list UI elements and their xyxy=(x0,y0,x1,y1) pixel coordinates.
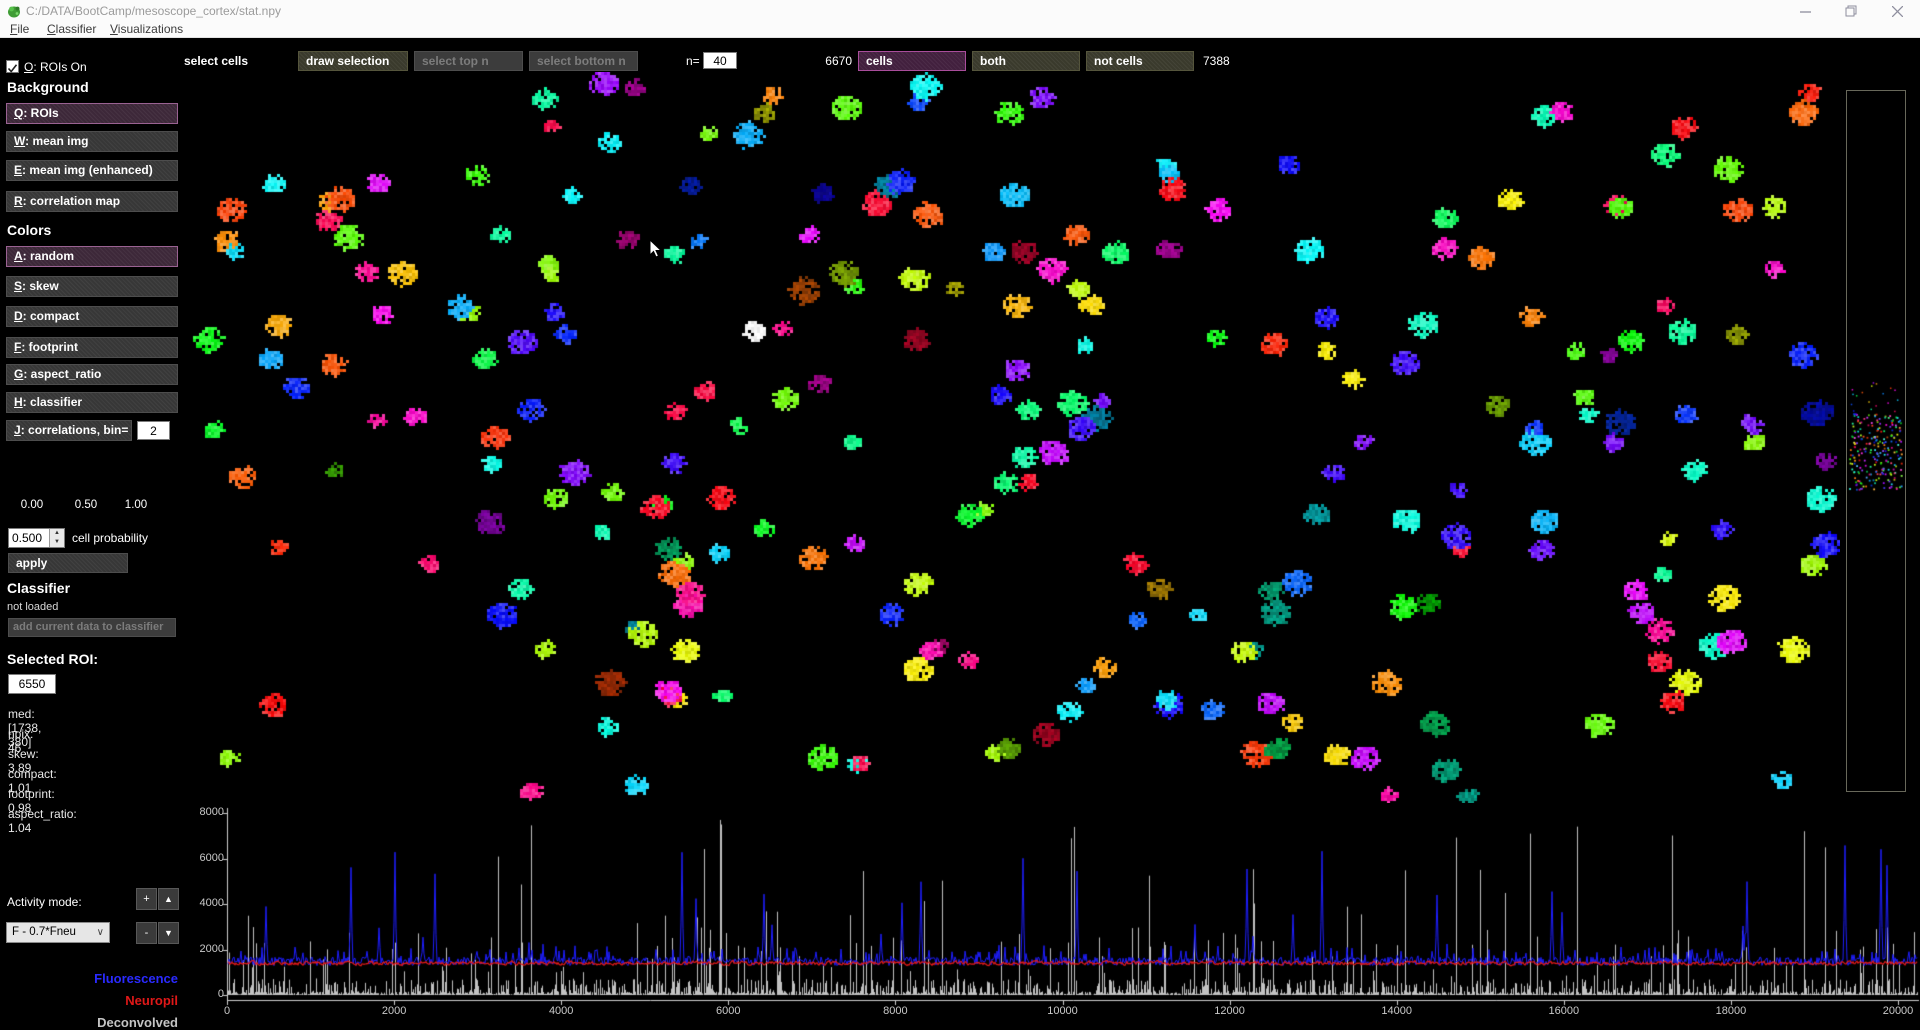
colorbar-tick: 1.00 xyxy=(116,499,156,511)
cell-probability-value: 0.500 xyxy=(9,529,49,547)
y-tick-label: 8000 xyxy=(186,806,224,818)
x-tick-label: 16000 xyxy=(1534,1005,1594,1017)
color-button-compact[interactable]: D: compact xyxy=(6,306,178,327)
menu-item-classifier[interactable]: Classifier xyxy=(47,22,96,37)
cell-probability-label: cell probability xyxy=(72,531,148,545)
trace-minimap-canvas[interactable] xyxy=(1847,91,1903,789)
chevron-down-icon: ∨ xyxy=(97,923,104,942)
classifier-heading: Classifier xyxy=(7,580,70,596)
draw-selection-button[interactable]: draw selection xyxy=(298,51,408,71)
legend-deconvolved: Deconvolved xyxy=(6,1015,178,1030)
background-button-correlation-map[interactable]: R: correlation map xyxy=(6,191,178,212)
y-tick-label: 0 xyxy=(186,988,224,1000)
menu-bar: File Classifier Visualizations xyxy=(0,22,1920,38)
n-input[interactable] xyxy=(703,52,737,69)
select-cells-label: select cells xyxy=(184,54,248,68)
menu-item-visualizations[interactable]: Visualizations xyxy=(110,22,183,37)
y-tick-label: 4000 xyxy=(186,897,224,909)
x-tick-label: 8000 xyxy=(865,1005,925,1017)
color-button-random[interactable]: A: random xyxy=(6,246,178,267)
window-title: C:/DATA/BootCamp/mesoscope_cortex/stat.n… xyxy=(26,4,281,18)
x-tick-label: 20000 xyxy=(1868,1005,1920,1017)
activity-mode-label: Activity mode: xyxy=(7,895,82,909)
x-tick-label: 0 xyxy=(197,1005,257,1017)
rois-on-label: O: ROIs On xyxy=(24,60,87,74)
cell-probability-spinbox[interactable]: 0.500 ▲▼ xyxy=(8,528,65,548)
colors-heading: Colors xyxy=(7,222,51,238)
trace-plot-canvas[interactable] xyxy=(190,803,1920,1008)
select-bottom-n-button[interactable]: select bottom n xyxy=(529,51,638,71)
roi-stat: aspect_ratio: 1.04 xyxy=(8,807,77,835)
y-tick-label: 6000 xyxy=(186,852,224,864)
x-tick-label: 12000 xyxy=(1200,1005,1260,1017)
x-tick-label: 14000 xyxy=(1367,1005,1427,1017)
select-top-n-button[interactable]: select top n xyxy=(414,51,523,71)
n-label: n= xyxy=(686,54,700,68)
correlation-bin-input[interactable] xyxy=(137,421,170,440)
spin-down-icon[interactable]: ▼ xyxy=(50,538,64,547)
not-cells-button[interactable]: not cells xyxy=(1086,51,1194,71)
roi-view-canvas[interactable] xyxy=(190,72,1840,805)
spinner-arrows[interactable]: ▲▼ xyxy=(49,529,64,547)
cells-count: 6670 xyxy=(810,54,852,68)
color-button-aspect_ratio[interactable]: G: aspect_ratio xyxy=(6,364,178,385)
minimize-button[interactable] xyxy=(1790,2,1820,20)
spin-up-icon[interactable]: ▲ xyxy=(50,529,64,538)
trace-minimap[interactable] xyxy=(1846,90,1906,792)
rois-on-checkbox[interactable] xyxy=(6,60,19,73)
title-bar: C:/DATA/BootCamp/mesoscope_cortex/stat.n… xyxy=(0,0,1920,22)
colorbar-tick: 0.50 xyxy=(66,499,106,511)
add-classifier-data-button[interactable]: add current data to classifier xyxy=(8,618,176,637)
background-button-mean-img-enhanced[interactable]: E: mean img (enhanced) xyxy=(6,160,178,181)
app-icon xyxy=(7,4,22,19)
y-tick-label: 2000 xyxy=(186,943,224,955)
not-cells-count: 7388 xyxy=(1203,54,1230,68)
x-tick-label: 10000 xyxy=(1033,1005,1093,1017)
colorbar-tick: 0.00 xyxy=(12,499,52,511)
trace-zoom-out-button[interactable]: - xyxy=(136,922,157,944)
trace-zoom-in-button[interactable]: + xyxy=(136,888,157,910)
mouse-cursor xyxy=(649,239,663,259)
x-tick-label: 2000 xyxy=(364,1005,424,1017)
color-button-skew[interactable]: S: skew xyxy=(6,276,178,297)
both-button[interactable]: both xyxy=(972,51,1080,71)
color-button-footprint[interactable]: F: footprint xyxy=(6,337,178,358)
close-button[interactable] xyxy=(1882,2,1912,20)
color-button-correlations-bin[interactable]: J: correlations, bin= xyxy=(6,420,132,441)
x-tick-label: 4000 xyxy=(531,1005,591,1017)
activity-mode-value: F - 0.7*Fneu xyxy=(12,926,76,938)
legend-neuropil: Neuropil xyxy=(6,993,178,1008)
selected-roi-heading: Selected ROI: xyxy=(7,651,98,667)
menu-item-file[interactable]: File xyxy=(10,22,29,37)
background-button-mean-img[interactable]: W: mean img xyxy=(6,131,178,152)
color-button-classifier[interactable]: H: classifier xyxy=(6,392,178,413)
background-button-rois[interactable]: Q: ROIs xyxy=(6,103,178,124)
selected-roi-input[interactable] xyxy=(8,674,56,694)
cells-button[interactable]: cells xyxy=(858,51,966,71)
x-tick-label: 18000 xyxy=(1701,1005,1761,1017)
trace-up-button[interactable]: ▲ xyxy=(158,888,179,910)
restore-button[interactable] xyxy=(1836,2,1866,20)
apply-button[interactable]: apply xyxy=(8,553,128,573)
legend-fluorescence: Fluorescence xyxy=(6,971,178,986)
trace-down-button[interactable]: ▼ xyxy=(158,922,179,944)
classifier-status: not loaded xyxy=(7,601,58,613)
background-heading: Background xyxy=(7,79,89,95)
activity-mode-select[interactable]: F - 0.7*Fneu ∨ xyxy=(6,922,110,943)
x-tick-label: 6000 xyxy=(698,1005,758,1017)
